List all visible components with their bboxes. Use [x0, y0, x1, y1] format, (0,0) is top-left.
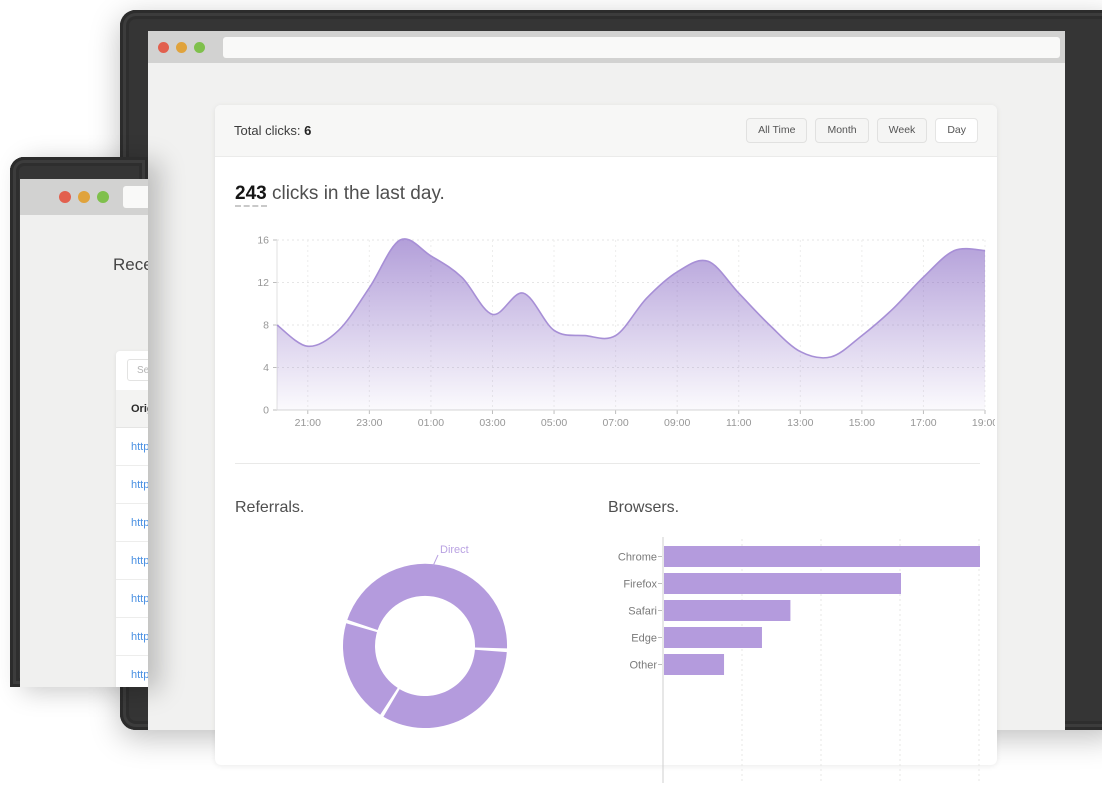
svg-text:11:00: 11:00	[726, 417, 752, 429]
clicks-headline: 243 clicks in the last day.	[235, 183, 445, 205]
svg-text:8: 8	[263, 320, 269, 332]
total-clicks-label: Total clicks:	[234, 123, 300, 138]
svg-text:Safari: Safari	[628, 606, 657, 618]
svg-text:07:00: 07:00	[602, 417, 628, 429]
close-window-icon[interactable]	[59, 191, 71, 203]
range-button-month[interactable]: Month	[815, 118, 868, 143]
maximize-window-icon[interactable]	[194, 42, 205, 53]
maximize-window-icon[interactable]	[97, 191, 109, 203]
svg-text:01:00: 01:00	[418, 417, 444, 429]
svg-text:23:00: 23:00	[356, 417, 382, 429]
table-row[interactable]: https:	[116, 542, 148, 580]
svg-text:Firefox: Firefox	[623, 579, 657, 591]
total-clicks-stat: Total clicks: 6	[234, 123, 311, 138]
table-column-header: Origi	[116, 390, 148, 428]
svg-text:Direct: Direct	[440, 544, 469, 556]
clicks-count: 243	[235, 183, 267, 207]
svg-text:05:00: 05:00	[541, 417, 567, 429]
recent-links-browser-toolbar	[20, 179, 148, 215]
analytics-window-body: Total clicks: 6 All Time Month Week Day 243…	[148, 31, 1065, 730]
svg-text:03:00: 03:00	[479, 417, 505, 429]
svg-text:17:00: 17:00	[910, 417, 936, 429]
table-row[interactable]: https:	[116, 656, 148, 687]
table-row[interactable]: https:	[116, 580, 148, 618]
browsers-section-title: Browsers.	[608, 499, 679, 517]
recent-links-title: Recen	[113, 255, 148, 275]
address-bar[interactable]	[223, 37, 1060, 58]
svg-text:19:00: 19:00	[972, 417, 995, 429]
analytics-browser-window: Total clicks: 6 All Time Month Week Day 243…	[120, 10, 1102, 730]
clicks-area-chart: 0 4 8 12 16 21:00 23:00 01:00 03:00 05:00 07:00 09:…	[235, 225, 995, 437]
analytics-card: Total clicks: 6 All Time Month Week Day 243…	[215, 105, 997, 765]
table-row[interactable]: https:	[116, 618, 148, 656]
svg-text:Edge: Edge	[631, 633, 657, 645]
minimize-window-icon[interactable]	[78, 191, 90, 203]
referrals-donut-chart: Direct	[340, 535, 520, 785]
recent-links-page: Recen Origi https:https:https:https:http…	[20, 215, 148, 687]
analytics-browser-toolbar	[148, 31, 1065, 63]
recent-links-window-body: Recen Origi https:https:https:https:http…	[20, 179, 148, 687]
links-table: https:https:https:https:https:https:http…	[116, 428, 148, 687]
table-row[interactable]: https:	[116, 504, 148, 542]
desktop: { "colors": { "accent_purple": "#b49bdd"…	[0, 0, 1102, 676]
browsers-bar-chart: Chrome Firefox Safari Edge Other	[595, 525, 995, 785]
recent-links-browser-window: Recen Origi https:https:https:https:http…	[10, 157, 148, 687]
date-range-buttons: All Time Month Week Day	[746, 118, 978, 143]
clicks-headline-text: clicks in the last day.	[267, 183, 445, 204]
table-row[interactable]: https:	[116, 428, 148, 466]
recent-links-card: Origi https:https:https:https:https:http…	[116, 351, 148, 687]
svg-text:12: 12	[257, 277, 269, 289]
section-divider	[235, 463, 980, 464]
analytics-page: Total clicks: 6 All Time Month Week Day 243…	[148, 63, 1065, 730]
total-clicks-value: 6	[304, 123, 311, 138]
svg-text:15:00: 15:00	[849, 417, 875, 429]
range-button-all-time[interactable]: All Time	[746, 118, 807, 143]
table-row[interactable]: https:	[116, 466, 148, 504]
address-bar[interactable]	[123, 186, 148, 208]
referrals-section-title: Referrals.	[235, 499, 304, 517]
minimize-window-icon[interactable]	[176, 42, 187, 53]
svg-text:09:00: 09:00	[664, 417, 690, 429]
svg-text:16: 16	[257, 235, 269, 247]
range-button-day[interactable]: Day	[935, 118, 978, 143]
analytics-card-header: Total clicks: 6 All Time Month Week Day	[215, 105, 997, 157]
close-window-icon[interactable]	[158, 42, 169, 53]
svg-text:Other: Other	[629, 660, 657, 672]
svg-text:4: 4	[263, 362, 269, 374]
svg-text:21:00: 21:00	[295, 417, 321, 429]
svg-text:Chrome: Chrome	[618, 552, 657, 564]
range-button-week[interactable]: Week	[877, 118, 928, 143]
svg-text:0: 0	[263, 405, 269, 417]
search-input[interactable]	[127, 359, 148, 381]
svg-text:13:00: 13:00	[787, 417, 813, 429]
